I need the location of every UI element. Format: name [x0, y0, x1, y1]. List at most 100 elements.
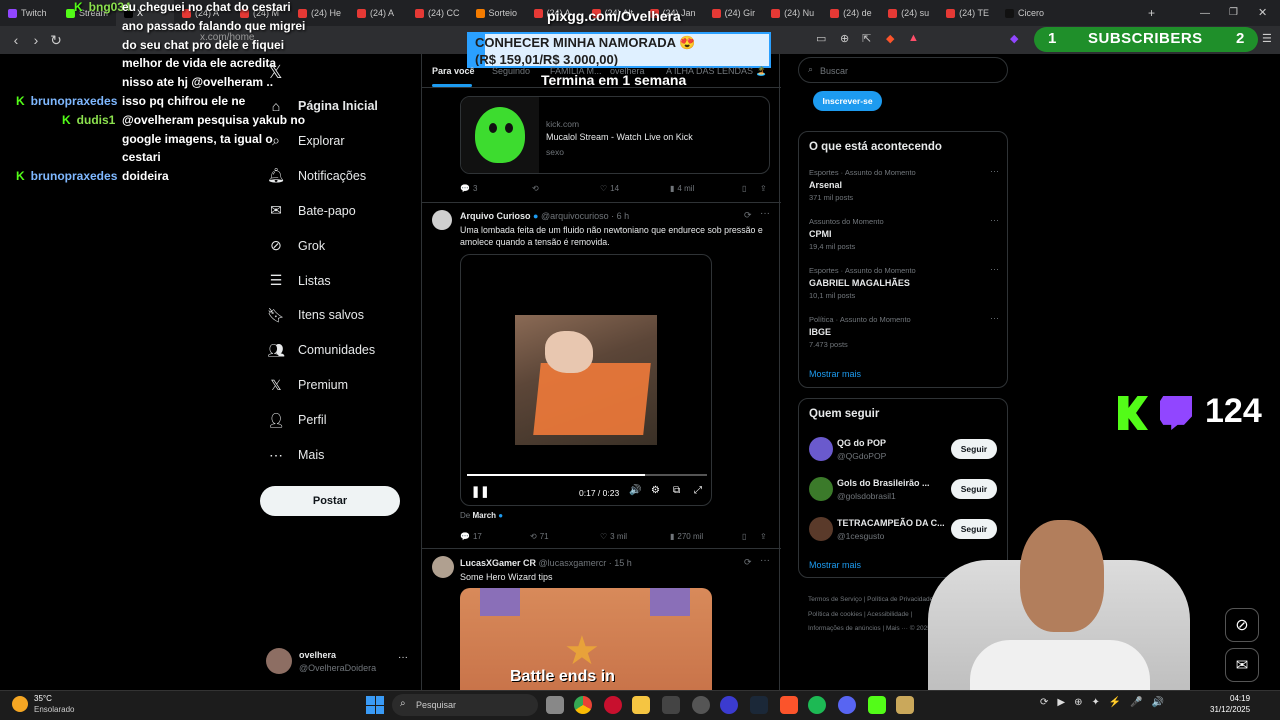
post-avatar[interactable]	[432, 210, 452, 230]
tab-ovelhera[interactable]: ovelhera	[610, 66, 645, 76]
app-icon[interactable]	[692, 696, 710, 714]
sidebar-item-premium[interactable]: 𝕏 Premium	[268, 377, 348, 393]
sidebar-item-mais[interactable]: ⋯ Mais	[268, 447, 324, 463]
account-switcher[interactable]: ovelhera @OvelheraDoidera ···	[266, 648, 410, 676]
kick-icon[interactable]	[868, 696, 886, 714]
extensions-icon[interactable]: ▭	[816, 32, 826, 45]
volume-icon[interactable]: 🔊	[629, 485, 641, 496]
close-icon[interactable]: ✕	[1258, 6, 1267, 19]
from-name[interactable]: March	[472, 511, 496, 520]
share-icon[interactable]: ⇱	[862, 32, 871, 45]
browser-tab[interactable]: (24) CC	[407, 0, 468, 26]
extension-icon[interactable]: ◆	[1010, 32, 1018, 45]
post-image[interactable]: ★ Battle ends in	[460, 588, 712, 690]
tab-seguindo[interactable]: Seguindo	[492, 66, 530, 76]
browser-tab[interactable]: (24) TE	[938, 0, 997, 26]
pip-icon[interactable]: ⧉	[673, 485, 680, 496]
trend-more-icon[interactable]: ···	[990, 166, 999, 176]
settings-icon[interactable]: ⚙	[651, 485, 660, 496]
reply-button[interactable]: 💬 17	[460, 532, 482, 541]
back-icon[interactable]: ‹	[6, 32, 26, 48]
zoom-icon[interactable]: ⊕	[840, 32, 849, 45]
clock-date[interactable]: 31/12/2025	[1210, 705, 1250, 714]
follow-suggestion[interactable]: Gols do Brasileirão ... @golsdobrasil1 Seg…	[809, 476, 1001, 506]
follow-button[interactable]: Seguir	[951, 479, 997, 499]
footer-link[interactable]: Política de cookies	[808, 611, 862, 618]
more-dots-icon[interactable]: ···	[398, 652, 408, 663]
follow-suggestion[interactable]: QG do POP @QGdoPOP Seguir	[809, 436, 1001, 466]
footer-link[interactable]: Termos de Serviço	[808, 596, 862, 603]
weather-widget[interactable]: 35°C Ensolarado	[12, 692, 92, 718]
pause-icon[interactable]: ❚❚	[471, 485, 489, 498]
tab-familia[interactable]: FAMÍLIA M...	[550, 66, 602, 76]
link-card[interactable]: kick.com Mucalol Stream - Watch Live on …	[460, 96, 770, 174]
tab-para-voce[interactable]: Para você	[432, 66, 475, 76]
sidebar-item-p-gina-inicial[interactable]: ⌂ Página Inicial	[268, 98, 378, 114]
trend-more-icon[interactable]: ···	[990, 264, 999, 274]
footer-link[interactable]: Política de Privacidade	[867, 596, 933, 603]
x-logo[interactable]: 𝕏	[268, 62, 283, 83]
trending-show-more[interactable]: Mostrar mais	[809, 369, 861, 379]
forward-icon[interactable]: ›	[26, 32, 46, 48]
sidebar-item-itens-salvos[interactable]: 🔖︎ Itens salvos	[267, 307, 364, 323]
who-show-more[interactable]: Mostrar mais	[809, 560, 861, 570]
sidebar-item-grok[interactable]: ⊘ Grok	[268, 237, 325, 254]
share-button[interactable]: ⇪	[760, 532, 767, 541]
subscribe-button[interactable]: Inscrever-se	[813, 91, 882, 111]
reload-icon[interactable]: ↻	[46, 32, 66, 49]
trend-item[interactable]: Esportes · Assunto do Momento GABRIEL MAG…	[809, 264, 1001, 310]
taskbar-search[interactable]: ⌕ Pesquisar	[392, 694, 538, 716]
browser-tab[interactable]: (24) A	[349, 0, 407, 26]
bookmark-button[interactable]: ▯	[742, 184, 746, 193]
new-tab-icon[interactable]: +	[1148, 6, 1155, 20]
opera-icon[interactable]	[604, 696, 622, 714]
footer-link[interactable]: Mais ···	[886, 625, 908, 632]
spotify-icon[interactable]	[808, 696, 826, 714]
app-icon[interactable]	[896, 696, 914, 714]
fullscreen-icon[interactable]: ⤢	[694, 485, 702, 496]
app-icon[interactable]	[662, 696, 680, 714]
sidebar-item-bate-papo[interactable]: ✉ Bate-papo	[268, 202, 356, 219]
footer-link[interactable]: Informações de anúncios	[808, 625, 881, 632]
app-icon[interactable]	[720, 696, 738, 714]
like-button[interactable]: ♡ 3 mil	[600, 532, 627, 541]
sidebar-item-listas[interactable]: ☰ Listas	[268, 272, 331, 289]
trend-more-icon[interactable]: ···	[990, 215, 999, 225]
trend-item[interactable]: Assuntos do Momento CPMI 19,4 mil posts ···	[809, 215, 1001, 261]
sidebar-item-notifica-es[interactable]: 🔔︎ Notificações	[267, 167, 366, 184]
minimize-icon[interactable]: —	[1200, 8, 1210, 19]
search-input[interactable]: ⌕ Buscar	[798, 57, 1008, 83]
grok-post-icon[interactable]: ⟳	[744, 557, 752, 568]
start-button[interactable]	[366, 696, 384, 714]
grok-floating-button[interactable]: ⊘	[1225, 608, 1259, 642]
clock-time[interactable]: 04:19	[1230, 694, 1250, 703]
discord-icon[interactable]	[838, 696, 856, 714]
post-author[interactable]: Arquivo Curioso ● @arquivocurioso · 6 h	[460, 211, 629, 221]
trend-more-icon[interactable]: ···	[990, 313, 999, 323]
tab-ilha-das-lendas[interactable]: A ILHA DAS LENDAS 🏝️	[666, 66, 767, 77]
like-button[interactable]: ♡ 14	[600, 184, 619, 193]
maximize-icon[interactable]: ❐	[1229, 7, 1238, 18]
post-author-name[interactable]: LucasXGamer CR	[460, 558, 536, 568]
views-button[interactable]: ▮ 4 mil	[670, 184, 694, 193]
brave-rewards-icon[interactable]: ▲	[908, 32, 919, 44]
brave-shield-icon[interactable]: ◆	[886, 32, 894, 45]
steam-icon[interactable]	[750, 696, 768, 714]
sidebar-item-perfil[interactable]: 👤︎ Perfil	[267, 412, 326, 428]
browser-tab[interactable]: (24) su	[880, 0, 938, 26]
post-more-icon[interactable]: ···	[760, 555, 770, 566]
post-author-name[interactable]: Arquivo Curioso	[460, 211, 531, 221]
post-author[interactable]: LucasXGamer CR @lucasxgamercr · 15 h	[460, 558, 632, 568]
post-more-icon[interactable]: ···	[760, 208, 770, 219]
brave-icon[interactable]	[780, 696, 798, 714]
share-button[interactable]: ⇪	[760, 184, 767, 193]
views-button[interactable]: ▮ 270 mil	[670, 532, 703, 541]
browser-tab[interactable]: (24) de	[822, 0, 880, 26]
trend-item[interactable]: Esportes · Assunto do Momento Arsenal 371 …	[809, 166, 1001, 212]
repost-button[interactable]: ⟲	[532, 184, 539, 193]
sidebar-item-comunidades[interactable]: 👥︎ Comunidades	[267, 342, 375, 358]
browser-tab[interactable]: Sorteio	[468, 0, 526, 26]
bookmark-button[interactable]: ▯	[742, 532, 746, 541]
chrome-icon[interactable]	[574, 696, 592, 714]
messages-floating-button[interactable]: ✉	[1225, 648, 1259, 682]
